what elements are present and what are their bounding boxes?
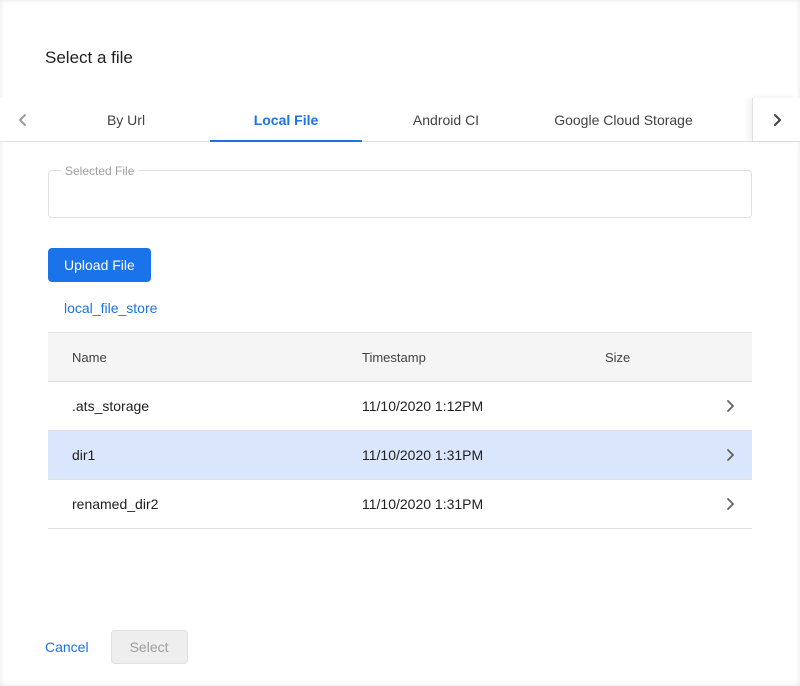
- tab-label: Google Cloud Storage: [554, 112, 693, 128]
- tabs-scroll-left-button[interactable]: [0, 98, 46, 141]
- tab-android-ci[interactable]: Android CI: [366, 98, 526, 141]
- chevron-left-icon: [16, 113, 30, 127]
- row-name: renamed_dir2: [48, 496, 338, 512]
- file-store-breadcrumb[interactable]: local_file_store: [64, 300, 157, 316]
- row-timestamp: 11/10/2020 1:31PM: [338, 447, 581, 463]
- row-name: .ats_storage: [48, 398, 338, 414]
- cancel-button[interactable]: Cancel: [45, 631, 89, 663]
- row-name: dir1: [48, 447, 338, 463]
- tab-google-cloud-storage[interactable]: Google Cloud Storage: [526, 98, 721, 141]
- tab-label: Local File: [254, 112, 319, 128]
- header-timestamp: Timestamp: [338, 350, 581, 365]
- table-row[interactable]: renamed_dir2 11/10/2020 1:31PM: [48, 480, 752, 529]
- selected-file-input[interactable]: [49, 171, 751, 217]
- tab-label: By Url: [107, 112, 145, 128]
- dialog-body: Selected File Upload File local_file_sto…: [0, 170, 800, 529]
- file-table: Name Timestamp Size .ats_storage 11/10/2…: [48, 332, 752, 529]
- dialog-title: Select a file: [0, 0, 800, 68]
- row-open-button[interactable]: [722, 447, 738, 463]
- header-name: Name: [48, 350, 338, 365]
- dialog-footer: Cancel Select: [45, 630, 188, 664]
- tabs-scroll-right-button[interactable]: [752, 98, 800, 141]
- tab-bar: By Url Local File Android CI Google Clou…: [0, 98, 800, 142]
- tab-by-url[interactable]: By Url: [46, 98, 206, 141]
- selected-file-field: Selected File: [48, 170, 752, 218]
- selected-file-label: Selected File: [61, 164, 138, 178]
- select-file-dialog: Select a file By Url Local File Android …: [0, 0, 800, 686]
- select-button[interactable]: Select: [111, 630, 188, 664]
- row-open-button[interactable]: [722, 496, 738, 512]
- row-open-button[interactable]: [722, 398, 738, 414]
- table-header-row: Name Timestamp Size: [48, 332, 752, 382]
- table-row[interactable]: dir1 11/10/2020 1:31PM: [48, 431, 752, 480]
- tab-label: Android CI: [413, 112, 479, 128]
- table-row[interactable]: .ats_storage 11/10/2020 1:12PM: [48, 382, 752, 431]
- tab-local-file[interactable]: Local File: [206, 98, 366, 141]
- upload-file-button[interactable]: Upload File: [48, 248, 151, 282]
- chevron-right-icon: [722, 398, 738, 414]
- chevron-right-icon: [722, 447, 738, 463]
- header-size: Size: [581, 350, 708, 365]
- chevron-right-icon: [722, 496, 738, 512]
- row-timestamp: 11/10/2020 1:31PM: [338, 496, 581, 512]
- row-timestamp: 11/10/2020 1:12PM: [338, 398, 581, 414]
- chevron-right-icon: [770, 113, 784, 127]
